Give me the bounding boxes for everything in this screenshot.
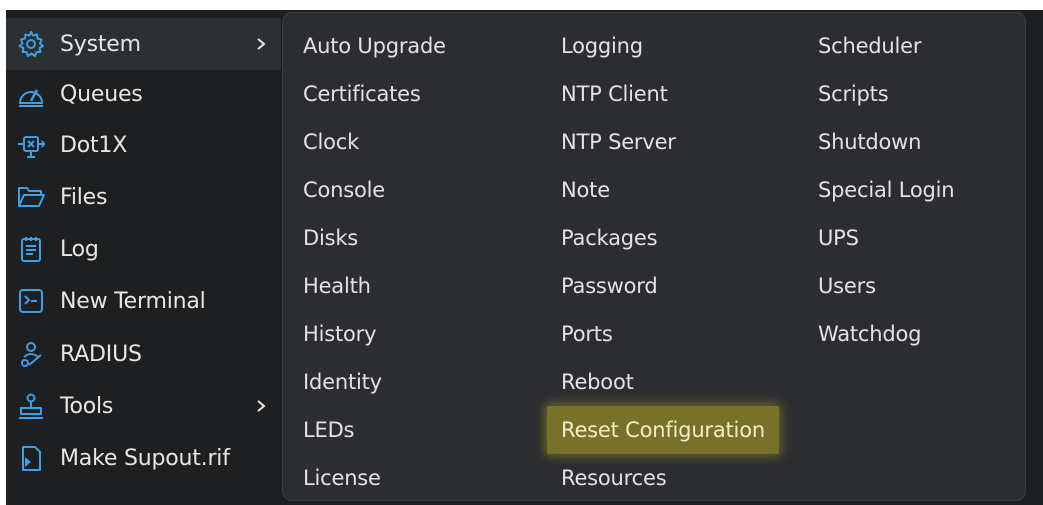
menu-item-ntp-client[interactable]: NTP Client bbox=[561, 70, 668, 118]
chevron-right-icon bbox=[257, 38, 266, 50]
sidebar-item-make-supout[interactable]: Make Supout.rif bbox=[6, 432, 281, 484]
sidebar-item-label: Tools bbox=[60, 393, 114, 419]
sidebar-item-tools[interactable]: Tools bbox=[6, 380, 281, 432]
menu-item-leds[interactable]: LEDs bbox=[303, 406, 354, 454]
menu-item-special-login[interactable]: Special Login bbox=[818, 166, 955, 214]
sidebar-item-label: RADIUS bbox=[60, 341, 142, 367]
menu-item-resources[interactable]: Resources bbox=[561, 454, 667, 502]
dot1x-icon bbox=[14, 128, 48, 162]
sidebar-item-label: Dot1X bbox=[60, 132, 128, 158]
sidebar-item-label: Files bbox=[60, 184, 108, 210]
menu-item-watchdog[interactable]: Watchdog bbox=[818, 310, 921, 358]
menu-item-logging[interactable]: Logging bbox=[561, 22, 643, 70]
chevron-right-icon bbox=[257, 400, 266, 412]
sidebar-item-label: Queues bbox=[60, 81, 143, 107]
sidebar-item-log[interactable]: Log bbox=[6, 223, 281, 275]
menu-item-health[interactable]: Health bbox=[303, 262, 371, 310]
menu-item-users[interactable]: Users bbox=[818, 262, 876, 310]
screen: System Queues Dot1X Files Log New Termin… bbox=[0, 0, 1043, 505]
sidebar-item-label: System bbox=[60, 31, 141, 57]
folder-icon bbox=[14, 180, 48, 214]
menu-item-ntp-server[interactable]: NTP Server bbox=[561, 118, 676, 166]
menu-item-ups[interactable]: UPS bbox=[818, 214, 859, 262]
menu-item-ports[interactable]: Ports bbox=[561, 310, 613, 358]
sidebar-item-label: New Terminal bbox=[60, 288, 206, 314]
terminal-icon bbox=[14, 284, 48, 318]
gear-icon bbox=[14, 27, 48, 61]
menu-item-packages[interactable]: Packages bbox=[561, 214, 658, 262]
menu-item-disks[interactable]: Disks bbox=[303, 214, 358, 262]
sidebar-item-radius[interactable]: RADIUS bbox=[6, 328, 281, 380]
sidebar-item-dot1x[interactable]: Dot1X bbox=[6, 119, 281, 171]
sidebar-item-label: Make Supout.rif bbox=[60, 445, 230, 471]
menu-item-scheduler[interactable]: Scheduler bbox=[818, 22, 922, 70]
tools-icon bbox=[14, 389, 48, 423]
menu-item-license[interactable]: License bbox=[303, 454, 381, 502]
menu-item-shutdown[interactable]: Shutdown bbox=[818, 118, 921, 166]
menu-item-identity[interactable]: Identity bbox=[303, 358, 382, 406]
menu-item-reset-configuration[interactable]: Reset Configuration bbox=[547, 406, 779, 454]
menu-item-console[interactable]: Console bbox=[303, 166, 385, 214]
radius-icon bbox=[14, 337, 48, 371]
menu-item-certificates[interactable]: Certificates bbox=[303, 70, 421, 118]
menu-item-note[interactable]: Note bbox=[561, 166, 610, 214]
sidebar-item-system[interactable]: System bbox=[6, 18, 281, 70]
menu-item-scripts[interactable]: Scripts bbox=[818, 70, 889, 118]
menu-item-history[interactable]: History bbox=[303, 310, 377, 358]
menu-item-clock[interactable]: Clock bbox=[303, 118, 359, 166]
supout-file-icon bbox=[14, 441, 48, 475]
menu-item-reboot[interactable]: Reboot bbox=[561, 358, 634, 406]
sidebar-item-files[interactable]: Files bbox=[6, 171, 281, 223]
sidebar-item-label: Log bbox=[60, 236, 99, 262]
log-icon bbox=[14, 232, 48, 266]
sidebar-item-queues[interactable]: Queues bbox=[6, 68, 281, 120]
gauge-icon bbox=[14, 77, 48, 111]
sidebar: System Queues Dot1X Files Log New Termin… bbox=[6, 18, 281, 505]
menu-item-password[interactable]: Password bbox=[561, 262, 658, 310]
system-submenu: Auto Upgrade Certificates Clock Console … bbox=[282, 12, 1026, 501]
sidebar-item-new-terminal[interactable]: New Terminal bbox=[6, 275, 281, 327]
menu-item-auto-upgrade[interactable]: Auto Upgrade bbox=[303, 22, 446, 70]
